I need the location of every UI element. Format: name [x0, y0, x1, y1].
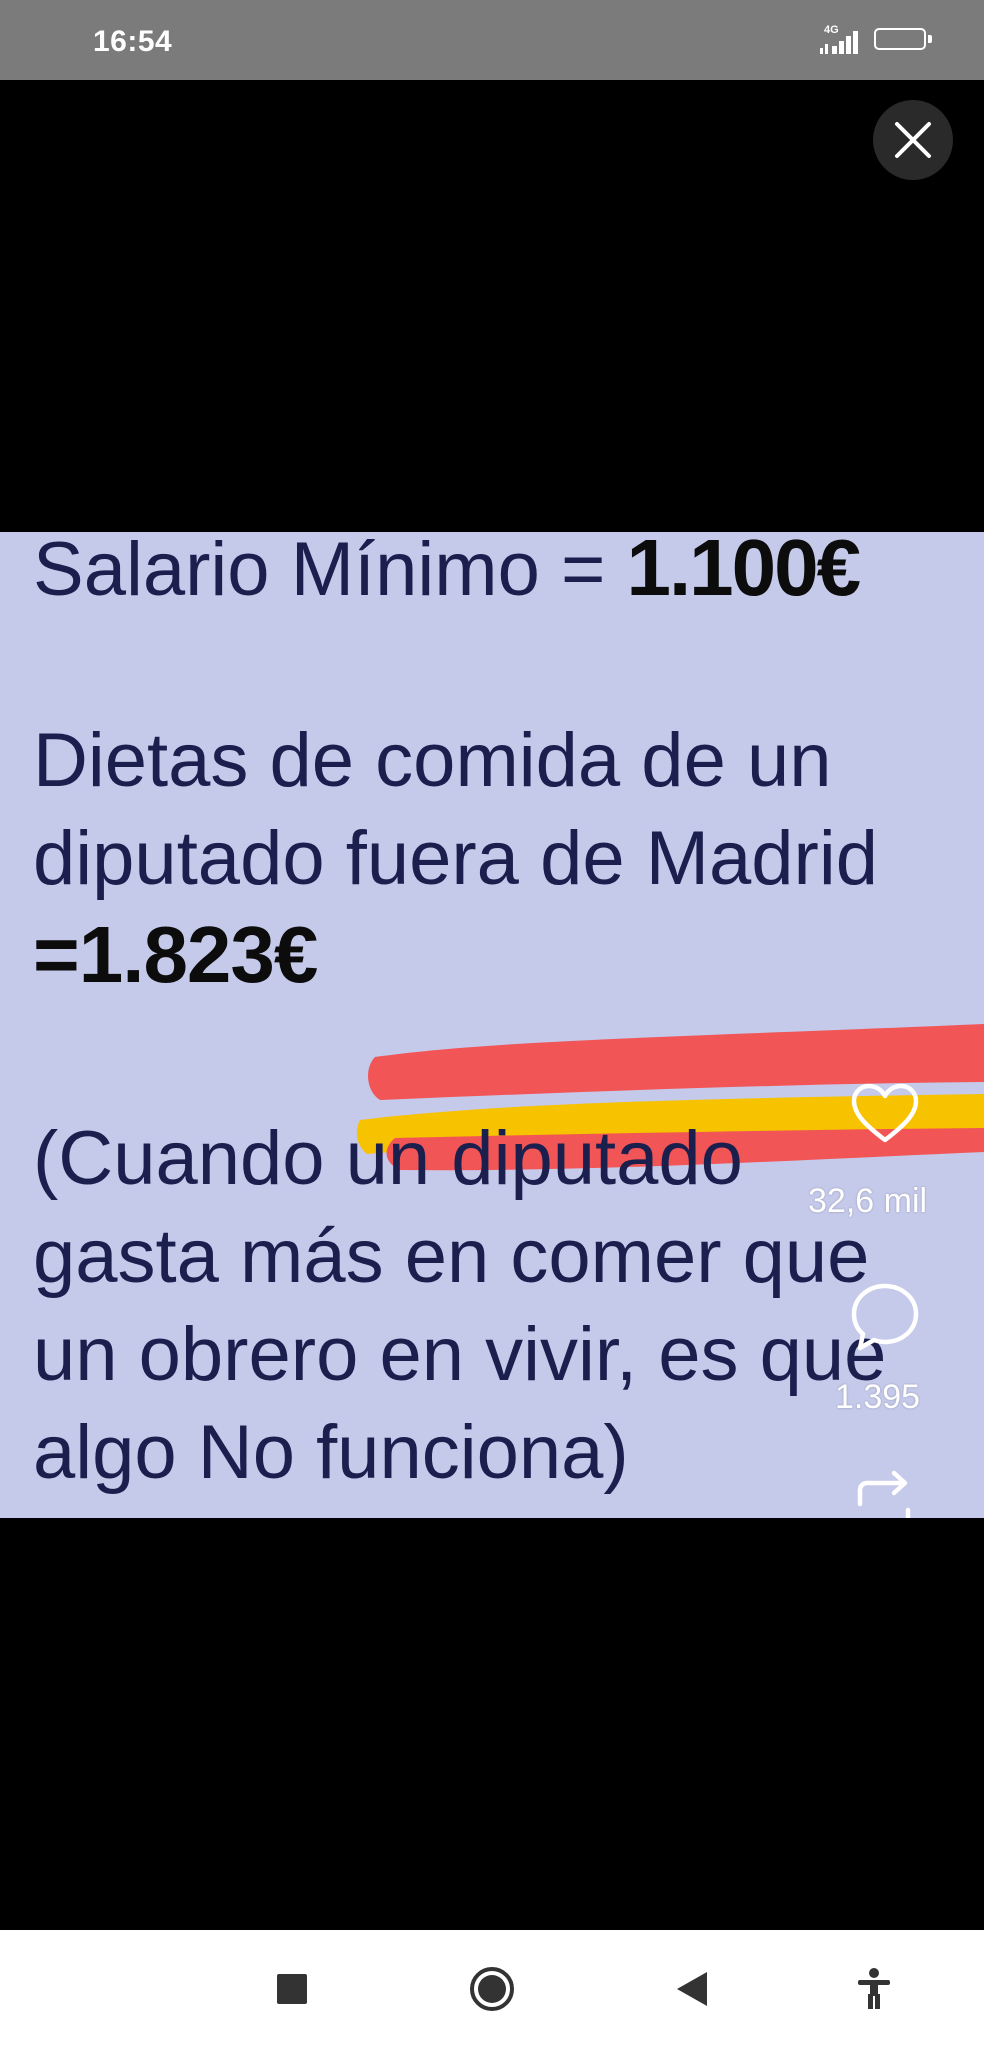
heart-icon [851, 1083, 919, 1143]
salary-value: 1.100€ [626, 532, 861, 612]
salary-label: Salario Mínimo = [33, 532, 627, 612]
battery-icon: 84 [874, 28, 934, 52]
diet-text: Dietas de comida de un diputado fuera de… [33, 712, 878, 908]
status-time: 16:54 [93, 25, 173, 58]
note-line-3: un obrero en vivir, es que [33, 1312, 887, 1397]
accessibility-button[interactable] [844, 1959, 904, 2019]
battery-level-text: 84 [891, 30, 909, 47]
diet-line-2: diputado fuera de Madrid [33, 816, 879, 901]
note-line-2: gasta más en comer que [33, 1214, 870, 1299]
comment-count: 1.395 [835, 1378, 921, 1416]
media-viewer: Salario Mínimo = 1.100€ Dietas de comida… [0, 80, 984, 1930]
close-button[interactable] [873, 100, 953, 180]
recents-button[interactable] [262, 1959, 322, 2019]
note-line-1: (Cuando un diputado [33, 1116, 743, 1201]
media-image[interactable]: Salario Mínimo = 1.100€ Dietas de comida… [0, 532, 984, 1518]
repost-icon [857, 1470, 911, 1518]
close-icon [895, 122, 931, 158]
diet-line-1: Dietas de comida de un [33, 718, 832, 803]
note-text: (Cuando un diputado gasta más en comer q… [33, 1110, 886, 1502]
square-icon [277, 1974, 307, 2004]
home-button[interactable] [462, 1959, 522, 2019]
status-icons: 4G 84 [818, 24, 936, 58]
accessibility-icon [858, 1968, 890, 2009]
like-count: 32,6 mil [808, 1182, 928, 1220]
like-button[interactable] [845, 1080, 925, 1150]
battery-tip [928, 35, 932, 43]
navigation-bar [0, 1930, 984, 2048]
circle-icon [470, 1967, 514, 2011]
signal-icon [820, 31, 858, 54]
status-bar: 16:54 4G 84 [0, 0, 984, 80]
triangle-back-icon [677, 1972, 707, 2006]
back-button[interactable] [663, 1959, 723, 2019]
note-line-4: algo No funciona) [33, 1410, 629, 1495]
salary-line: Salario Mínimo = 1.100€ [33, 532, 861, 620]
diet-value: =1.823€ [33, 910, 318, 999]
repost-button[interactable] [852, 1470, 916, 1518]
comment-button[interactable] [848, 1280, 922, 1354]
comment-icon [851, 1283, 919, 1351]
